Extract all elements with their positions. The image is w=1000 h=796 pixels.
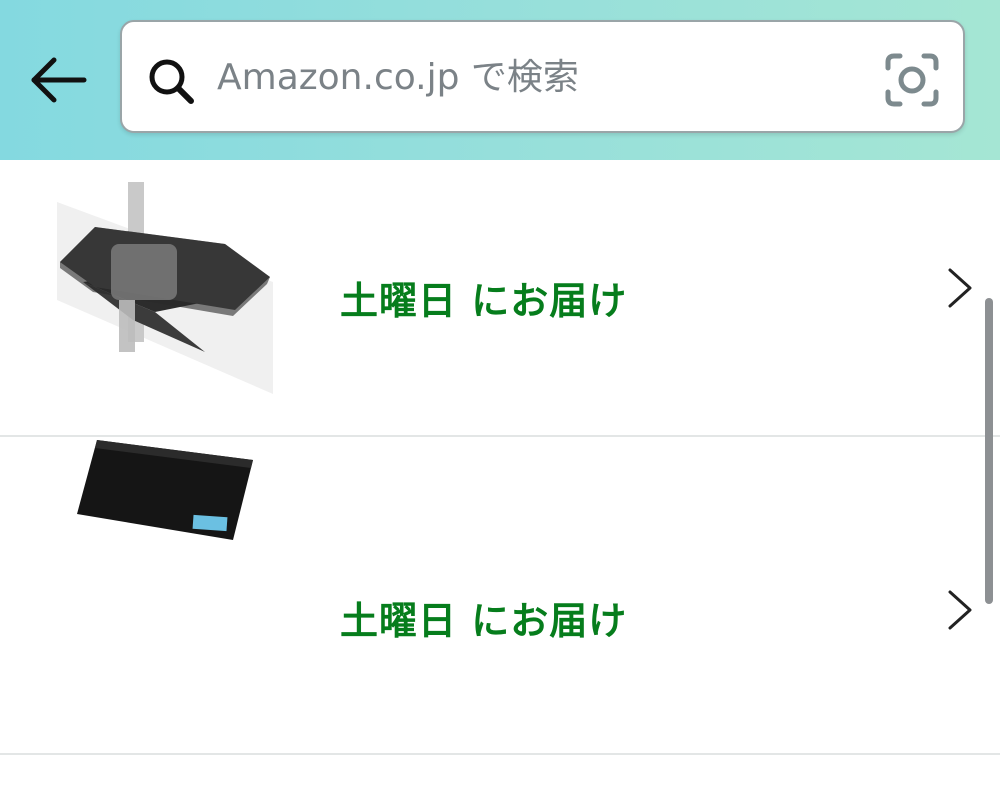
chevron-right-icon	[948, 590, 972, 630]
list-item[interactable]: 土曜日 にお届け	[0, 160, 1000, 435]
delivery-date-text: 土曜日 にお届け	[340, 279, 628, 323]
search-input[interactable]	[217, 44, 857, 110]
back-arrow-icon	[31, 57, 87, 103]
chevron-right-icon	[948, 268, 972, 308]
product-thumbnail[interactable]	[75, 440, 255, 550]
search-icon	[149, 59, 194, 104]
product-thumbnail[interactable]	[55, 182, 275, 400]
app-header	[0, 0, 1000, 160]
camera-lens-icon[interactable]	[884, 52, 940, 108]
divider	[0, 753, 1000, 755]
delivery-date-text: 土曜日 にお届け	[340, 599, 628, 643]
scrollbar[interactable]	[985, 298, 993, 604]
search-bar[interactable]	[120, 20, 965, 133]
back-button[interactable]	[22, 48, 94, 112]
